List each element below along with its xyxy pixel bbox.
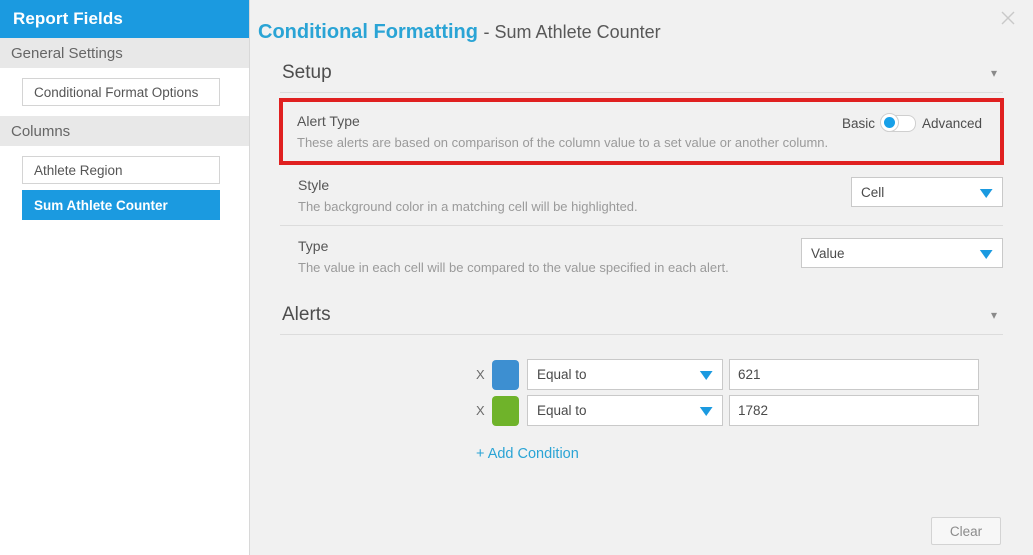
alert-type-texts: Alert Type These alerts are based on com… bbox=[297, 113, 828, 150]
setup-section-header[interactable]: Setup ▾ bbox=[280, 44, 1003, 93]
setup-rows: Alert Type These alerts are based on com… bbox=[279, 98, 1004, 286]
toggle-knob bbox=[879, 113, 899, 132]
style-row: Style The background color in a matching… bbox=[280, 165, 1003, 226]
clear-button[interactable]: Clear bbox=[931, 517, 1001, 545]
alerts-body: X Equal to ▾ X Equal to ▾ bbox=[280, 335, 1003, 463]
panel-footer: Clear bbox=[931, 517, 1001, 545]
remove-condition-button[interactable]: X bbox=[476, 403, 492, 418]
sidebar-item-label: Athlete Region bbox=[34, 162, 123, 178]
alert-type-toggle[interactable] bbox=[879, 113, 916, 132]
alert-type-toggle-group: Basic Advanced bbox=[836, 113, 988, 132]
page-title-main: Conditional Formatting bbox=[258, 21, 478, 43]
type-select-value: Value bbox=[811, 245, 845, 261]
alert-value-input[interactable] bbox=[729, 395, 979, 426]
sidebar-title: Report Fields bbox=[0, 0, 249, 38]
report-fields-sidebar: Report Fields General Settings Condition… bbox=[0, 0, 250, 555]
alert-condition-row: X Equal to ▾ bbox=[280, 395, 1003, 426]
style-texts: Style The background color in a matching… bbox=[298, 177, 638, 214]
alert-condition-row: X Equal to ▾ bbox=[280, 359, 1003, 390]
alert-condition-value: Equal to bbox=[537, 367, 587, 382]
chevron-down-icon[interactable]: ▾ bbox=[991, 67, 1001, 79]
alerts-section-title: Alerts bbox=[282, 304, 331, 325]
sidebar-item-conditional-format-options[interactable]: Conditional Format Options bbox=[22, 78, 220, 106]
alert-type-row: Alert Type These alerts are based on com… bbox=[283, 102, 1000, 161]
toggle-label-basic[interactable]: Basic bbox=[836, 116, 881, 131]
chevron-down-icon: ▾ bbox=[980, 243, 993, 263]
sidebar-section-columns: Columns bbox=[0, 116, 249, 146]
alert-type-description: These alerts are based on comparison of … bbox=[297, 135, 829, 150]
panel-content: Setup ▾ Alert Type These alerts are base… bbox=[250, 44, 1033, 463]
chevron-down-icon[interactable]: ▾ bbox=[991, 309, 1001, 321]
page-title-sub: - Sum Athlete Counter bbox=[483, 22, 661, 42]
main-panel: Conditional Formatting - Sum Athlete Cou… bbox=[250, 0, 1033, 555]
alert-type-control: Basic Advanced bbox=[836, 113, 988, 132]
chevron-down-icon: ▾ bbox=[700, 365, 713, 384]
page-title: Conditional Formatting - Sum Athlete Cou… bbox=[250, 0, 1033, 44]
remove-condition-button[interactable]: X bbox=[476, 367, 492, 382]
sidebar-item-athlete-region[interactable]: Athlete Region bbox=[22, 156, 220, 184]
type-select[interactable]: Value ▾ bbox=[801, 238, 1003, 268]
alert-condition-value: Equal to bbox=[537, 403, 587, 418]
sidebar-group-general-settings: Conditional Format Options bbox=[0, 68, 249, 116]
alerts-section-header[interactable]: Alerts ▾ bbox=[280, 286, 1003, 335]
alert-value-input[interactable] bbox=[729, 359, 979, 390]
type-row: Type The value in each cell will be comp… bbox=[280, 226, 1003, 286]
alert-type-label: Alert Type bbox=[297, 113, 360, 129]
toggle-label-advanced[interactable]: Advanced bbox=[916, 116, 988, 131]
add-condition-link[interactable]: + Add Condition bbox=[476, 446, 579, 462]
type-description: The value in each cell will be compared … bbox=[298, 260, 729, 275]
alert-condition-select[interactable]: Equal to ▾ bbox=[527, 359, 723, 390]
sidebar-group-columns: Athlete Region Sum Athlete Counter bbox=[0, 146, 249, 230]
style-label: Style bbox=[298, 177, 330, 193]
type-control: Value ▾ bbox=[801, 238, 1003, 268]
alert-color-swatch[interactable] bbox=[492, 359, 519, 390]
chevron-down-icon: ▾ bbox=[980, 182, 993, 202]
alert-color-swatch[interactable] bbox=[492, 395, 519, 426]
sidebar-item-label: Conditional Format Options bbox=[34, 84, 199, 100]
alert-condition-select[interactable]: Equal to ▾ bbox=[527, 395, 723, 426]
conditional-formatting-dialog: Report Fields General Settings Condition… bbox=[0, 0, 1033, 555]
setup-section-title: Setup bbox=[282, 62, 332, 83]
sidebar-item-sum-athlete-counter[interactable]: Sum Athlete Counter bbox=[22, 190, 220, 220]
chevron-down-icon: ▾ bbox=[700, 401, 713, 420]
style-control: Cell ▾ bbox=[851, 177, 1003, 207]
type-label: Type bbox=[298, 238, 329, 254]
sidebar-section-general-settings: General Settings bbox=[0, 38, 249, 68]
type-texts: Type The value in each cell will be comp… bbox=[298, 238, 729, 275]
style-select[interactable]: Cell ▾ bbox=[851, 177, 1003, 207]
alert-type-highlight-box: Alert Type These alerts are based on com… bbox=[279, 98, 1004, 165]
style-description: The background color in a matching cell … bbox=[298, 199, 638, 214]
close-icon[interactable] bbox=[999, 9, 1017, 27]
sidebar-item-label: Sum Athlete Counter bbox=[34, 197, 168, 213]
style-select-value: Cell bbox=[861, 184, 885, 200]
